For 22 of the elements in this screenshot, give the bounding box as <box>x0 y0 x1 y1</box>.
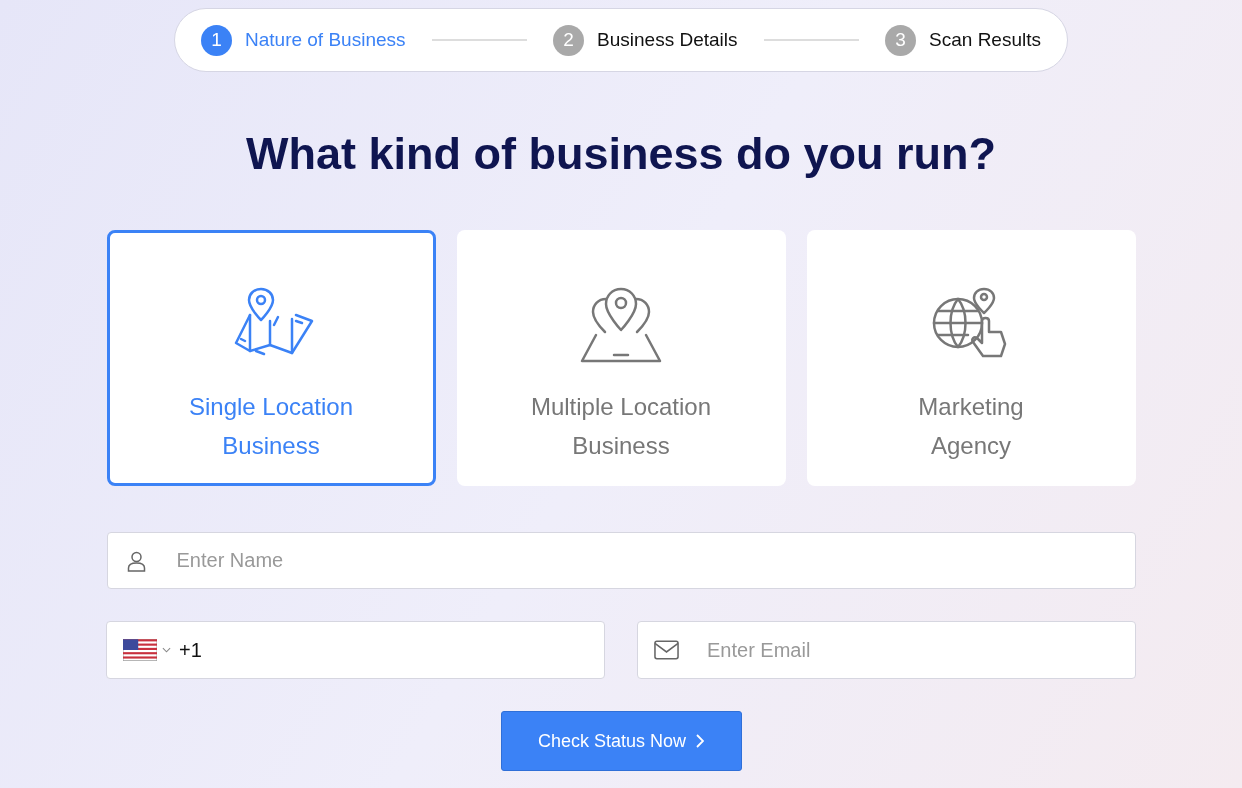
card-label: Multiple Location Business <box>530 392 712 461</box>
page-heading: What kind of business do you run? <box>246 127 996 181</box>
business-type-card[interactable]: Multiple Location Business <box>456 230 786 486</box>
card-label: Single Location Business <box>188 392 354 461</box>
flag-icon <box>123 639 157 661</box>
caret-icon[interactable] <box>162 647 171 653</box>
envelope-icon <box>654 638 679 662</box>
check-status-button[interactable]: Check Status Now <box>500 711 742 771</box>
business-type-card[interactable]: Marketing Agency <box>806 230 1136 486</box>
step-label[interactable]: Scan Results <box>929 29 1041 51</box>
email-field[interactable]: Enter Email <box>637 621 1136 679</box>
step-number: 3 <box>885 24 917 56</box>
step-label[interactable]: Nature of Business <box>245 29 406 51</box>
chevron-right-icon <box>696 734 705 748</box>
phone-code: +1 <box>179 638 202 662</box>
phone-field[interactable]: +1 <box>106 621 605 679</box>
email-input[interactable]: Enter Email <box>707 622 1135 678</box>
business-type-card[interactable]: Single Location Business <box>106 230 436 486</box>
step-number: 2 <box>553 24 585 56</box>
step-number: 1 <box>201 24 232 56</box>
step-label[interactable]: Business Details <box>597 29 738 51</box>
card-label: Marketing Agency <box>918 392 1024 461</box>
